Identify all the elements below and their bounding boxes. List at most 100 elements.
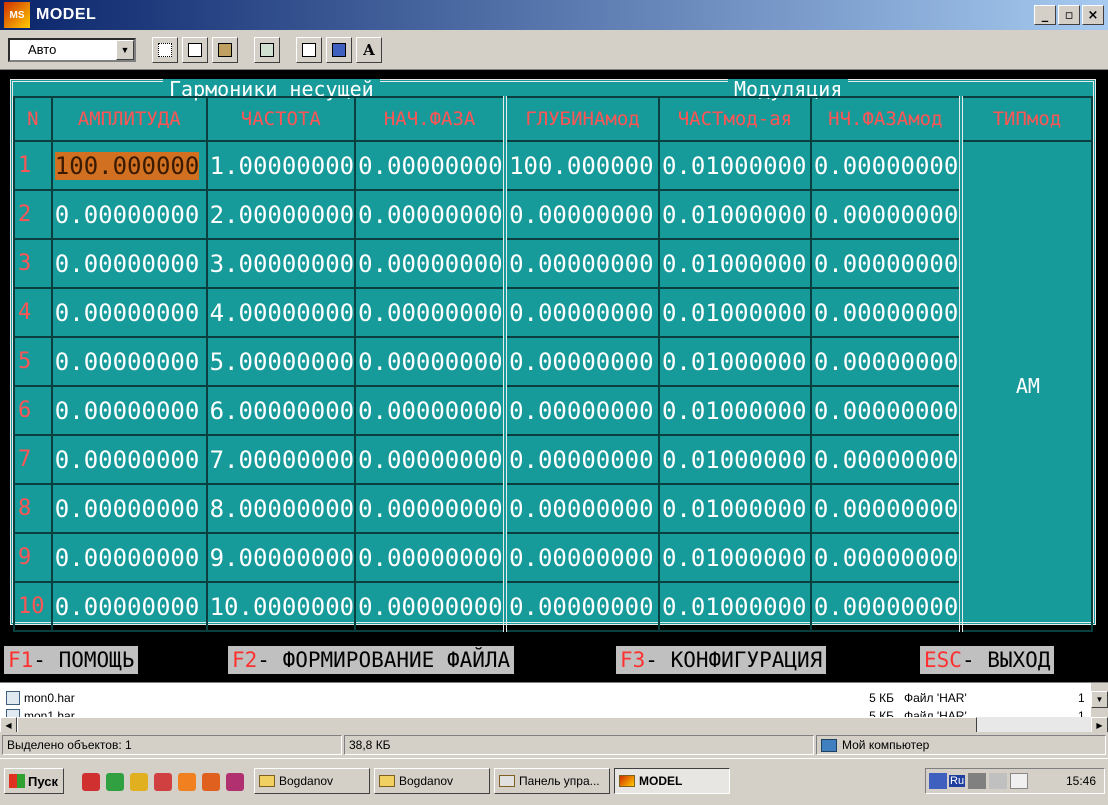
cell-depth[interactable]: 0.00000000 — [503, 434, 660, 485]
network-icon[interactable] — [929, 773, 947, 789]
maximize-button[interactable]: ▫ — [1058, 5, 1080, 25]
cell-phase[interactable]: 0.00000000 — [354, 434, 507, 485]
mark-button[interactable] — [152, 36, 178, 63]
quicklaunch-app-icon[interactable] — [178, 773, 196, 791]
background-button[interactable] — [326, 36, 352, 63]
quicklaunch-app-icon[interactable] — [202, 773, 220, 791]
cell-phase[interactable]: 0.00000000 — [354, 336, 507, 387]
vertical-scrollbar[interactable]: ▼ — [1091, 683, 1108, 717]
quicklaunch-app-icon[interactable] — [106, 773, 124, 791]
cell-depth[interactable]: 0.00000000 — [503, 483, 660, 534]
cell-mod-frequency[interactable]: 0.01000000 — [657, 581, 812, 632]
quicklaunch-app-icon[interactable] — [82, 773, 100, 791]
list-item[interactable]: mon1.har 5 КБ Файл 'HAR' 1 — [6, 709, 1086, 717]
cell-phase[interactable]: 0.00000000 — [354, 238, 507, 289]
cell-frequency[interactable]: 2.00000000 — [205, 189, 357, 240]
cell-mod-phase[interactable]: 0.00000000 — [809, 140, 962, 191]
cell-phase[interactable]: 0.00000000 — [354, 385, 507, 436]
cell-phase[interactable]: 0.00000000 — [354, 287, 507, 338]
antivirus-icon[interactable] — [968, 773, 987, 789]
cell-phase[interactable]: 0.00000000 — [354, 189, 507, 240]
cell-phase[interactable]: 0.00000000 — [354, 532, 507, 583]
cell-depth[interactable]: 0.00000000 — [503, 385, 660, 436]
paste-button[interactable] — [212, 36, 238, 63]
cell-frequency[interactable]: 6.00000000 — [205, 385, 357, 436]
cell-mod-frequency[interactable]: 0.01000000 — [657, 189, 812, 240]
cell-phase[interactable]: 0.00000000 — [354, 581, 507, 632]
scroll-down-icon[interactable]: ▼ — [1091, 691, 1108, 708]
quicklaunch-app-icon[interactable] — [154, 773, 172, 791]
app-icon[interactable]: MS — [4, 2, 30, 28]
cell-depth[interactable]: 0.00000000 — [503, 336, 660, 387]
close-button[interactable]: × — [1082, 5, 1104, 25]
cell-depth[interactable]: 100.000000 — [503, 140, 660, 191]
cell-amplitude[interactable]: 0.00000000 — [50, 532, 208, 583]
cell-mod-phase[interactable]: 0.00000000 — [809, 189, 962, 240]
taskbar-item-bogdanov-1[interactable]: Bogdanov — [254, 768, 370, 794]
cell-mod-frequency[interactable]: 0.01000000 — [657, 532, 812, 583]
cell-frequency[interactable]: 4.00000000 — [205, 287, 357, 338]
cell-frequency[interactable]: 5.00000000 — [205, 336, 357, 387]
cell-phase[interactable]: 0.00000000 — [354, 140, 507, 191]
cell-mod-phase[interactable]: 0.00000000 — [809, 287, 962, 338]
cell-frequency[interactable]: 1.00000000 — [205, 140, 357, 191]
scroll-thumb[interactable] — [17, 717, 977, 733]
cell-amplitude[interactable]: 0.00000000 — [50, 434, 208, 485]
quicklaunch-app-icon[interactable] — [130, 773, 148, 791]
volume-icon[interactable] — [989, 773, 1008, 789]
list-item[interactable]: mon0.har 5 КБ Файл 'HAR' 1 — [6, 689, 1086, 707]
chevron-down-icon[interactable]: ▼ — [116, 39, 134, 60]
font-button[interactable]: A — [356, 36, 382, 63]
cell-frequency[interactable]: 3.00000000 — [205, 238, 357, 289]
cell-frequency[interactable]: 10.0000000 — [205, 581, 357, 632]
cell-amplitude[interactable]: 0.00000000 — [50, 581, 208, 632]
cell-frequency[interactable]: 9.00000000 — [205, 532, 357, 583]
f1-help-button[interactable]: F1 - ПОМОЩЬ — [4, 646, 139, 674]
cell-mod-frequency[interactable]: 0.01000000 — [657, 434, 812, 485]
cell-frequency[interactable]: 8.00000000 — [205, 483, 357, 534]
cell-amplitude[interactable]: 0.00000000 — [50, 287, 208, 338]
esc-exit-button[interactable]: ESC - ВЫХОД — [920, 646, 1055, 674]
cell-amplitude[interactable]: 100.000000 — [50, 140, 208, 191]
cell-mod-phase[interactable]: 0.00000000 — [809, 434, 962, 485]
language-indicator[interactable]: Ru — [949, 775, 966, 787]
cell-mod-frequency[interactable]: 0.01000000 — [657, 140, 812, 191]
cell-depth[interactable]: 0.00000000 — [503, 581, 660, 632]
cell-depth[interactable]: 0.00000000 — [503, 189, 660, 240]
properties-button[interactable] — [296, 36, 322, 63]
cell-mod-phase[interactable]: 0.00000000 — [809, 532, 962, 583]
cell-amplitude[interactable]: 0.00000000 — [50, 336, 208, 387]
minimize-button[interactable]: _ — [1034, 5, 1056, 25]
cell-mod-frequency[interactable]: 0.01000000 — [657, 385, 812, 436]
cell-amplitude[interactable]: 0.00000000 — [50, 385, 208, 436]
cell-depth[interactable]: 0.00000000 — [503, 287, 660, 338]
cell-amplitude[interactable]: 0.00000000 — [50, 238, 208, 289]
cell-depth[interactable]: 0.00000000 — [503, 532, 660, 583]
cell-mod-phase[interactable]: 0.00000000 — [809, 238, 962, 289]
modulation-type-cell[interactable]: AM — [958, 140, 1094, 632]
cell-mod-frequency[interactable]: 0.01000000 — [657, 483, 812, 534]
cell-mod-phase[interactable]: 0.00000000 — [809, 483, 962, 534]
cell-mod-phase[interactable]: 0.00000000 — [809, 581, 962, 632]
cell-mod-phase[interactable]: 0.00000000 — [809, 385, 962, 436]
cell-mod-frequency[interactable]: 0.01000000 — [657, 336, 812, 387]
panda-icon[interactable] — [1010, 773, 1029, 789]
taskbar-item-model[interactable]: MODEL — [614, 768, 730, 794]
fullscreen-button[interactable] — [254, 36, 280, 63]
cell-frequency[interactable]: 7.00000000 — [205, 434, 357, 485]
cell-amplitude[interactable]: 0.00000000 — [50, 483, 208, 534]
taskbar-item-bogdanov-2[interactable]: Bogdanov — [374, 768, 490, 794]
cell-depth[interactable]: 0.00000000 — [503, 238, 660, 289]
scroll-left-icon[interactable]: ◀ — [0, 717, 17, 733]
f3-configuration-button[interactable]: F3 - КОНФИГУРАЦИЯ — [616, 646, 827, 674]
scroll-right-icon[interactable]: ▶ — [1091, 717, 1108, 733]
cell-mod-phase[interactable]: 0.00000000 — [809, 336, 962, 387]
start-button[interactable]: Пуск — [4, 768, 64, 794]
copy-button[interactable] — [182, 36, 208, 63]
taskbar-item-control-panel[interactable]: Панель упра... — [494, 768, 610, 794]
quicklaunch-app-icon[interactable] — [226, 773, 244, 791]
cell-mod-frequency[interactable]: 0.01000000 — [657, 287, 812, 338]
cell-amplitude[interactable]: 0.00000000 — [50, 189, 208, 240]
cell-phase[interactable]: 0.00000000 — [354, 483, 507, 534]
cell-mod-frequency[interactable]: 0.01000000 — [657, 238, 812, 289]
